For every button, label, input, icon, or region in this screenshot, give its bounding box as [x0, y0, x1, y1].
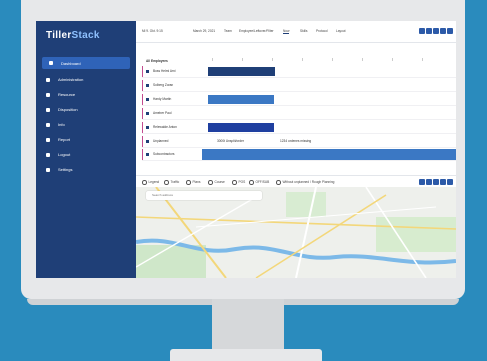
gantt-bar[interactable] [202, 149, 456, 160]
gantt-row[interactable]: Hardy Martin [142, 94, 456, 106]
row-accent [142, 149, 143, 160]
sidebar-item-logout[interactable]: Logout [36, 147, 136, 162]
gantt-row[interactable]: Solberg Zoran [142, 80, 456, 92]
radio-icon [164, 180, 169, 185]
user-icon [146, 83, 149, 87]
sidebar-item-info[interactable]: Info [36, 117, 136, 132]
toolbar-button-5[interactable] [447, 28, 453, 34]
sidebar-item-report[interactable]: Report [36, 132, 136, 147]
tab-layout[interactable]: Layout [336, 29, 346, 33]
row-accent [142, 80, 143, 91]
sidebar-item-administration[interactable]: Administration [36, 72, 136, 87]
row-accent [142, 122, 143, 133]
row-accent [142, 66, 143, 77]
monitor-screen: TillerStack Dashboard Administration Res… [36, 21, 456, 278]
gantt-row[interactable]: Ameber Paul [142, 108, 456, 120]
row-accent [142, 94, 143, 105]
date-time-display: Mi 9. Okt. 9:15 [142, 29, 163, 33]
map-button-1[interactable] [419, 179, 425, 185]
unplanned-info-b: 1234 ordenes missing [280, 139, 312, 143]
gantt-header: All Employees [146, 59, 168, 63]
tab-now[interactable]: Now [283, 29, 290, 34]
timeline-tick [212, 58, 213, 61]
radio-icon [249, 180, 254, 185]
radio-icon [232, 180, 237, 185]
row-accent [142, 108, 143, 119]
gantt-row-unplanned[interactable]: Unplanned 3000t Unsplit/order 1234 orden… [142, 136, 456, 148]
radio-icon [208, 180, 213, 185]
app-logo[interactable]: TillerStack [46, 30, 100, 41]
top-toolbar: Mi 9. Okt. 9:15 March 29, 2021 Team Empl… [136, 21, 456, 43]
radio-icon [186, 180, 191, 185]
tab-protocol[interactable]: Protocol [316, 29, 328, 33]
toolbar-button-4[interactable] [440, 28, 446, 34]
toolbar-button-1[interactable] [419, 28, 425, 34]
map-tab-course[interactable]: Course [208, 180, 225, 185]
timeline-tick [422, 58, 423, 61]
timeline-tick [242, 58, 243, 61]
timeline-tick [272, 58, 273, 61]
truck-icon [146, 152, 149, 156]
tab-skills[interactable]: Skills [300, 29, 307, 33]
timeline-tick [332, 58, 333, 61]
logout-icon [46, 152, 50, 157]
toolbar-filter[interactable]: Employee/Leftover/Filter [239, 29, 274, 33]
sidebar: TillerStack Dashboard Administration Res… [36, 21, 136, 278]
map-tab-plans[interactable]: Plans [186, 180, 200, 185]
toolbar-button-3[interactable] [433, 28, 439, 34]
monitor-neck [212, 299, 284, 351]
people-icon [46, 92, 50, 97]
radio-icon [142, 180, 147, 185]
gantt-row-subcontractors[interactable]: Subcontractors [142, 149, 456, 161]
timeline-tick [362, 58, 363, 61]
sidebar-item-dashboard[interactable]: Dashboard [42, 57, 130, 69]
gear-icon [46, 107, 50, 112]
calendar-icon [146, 139, 149, 143]
toolbar-date[interactable]: March 29, 2021 [193, 29, 215, 33]
map-button-3[interactable] [433, 179, 439, 185]
map-tab-pos[interactable]: POS [232, 180, 245, 185]
toolbar-team[interactable]: Team [224, 29, 232, 33]
map-button-5[interactable] [447, 179, 453, 185]
report-icon [46, 137, 50, 142]
row-accent [142, 136, 143, 147]
user-icon [146, 111, 149, 115]
main-area: Mi 9. Okt. 9:15 March 29, 2021 Team Empl… [136, 21, 456, 278]
grid-icon [49, 61, 53, 65]
user-icon [46, 77, 50, 82]
map-button-2[interactable] [426, 179, 432, 185]
timeline-tick [392, 58, 393, 61]
user-icon [146, 69, 149, 73]
map-tab-rough-planning[interactable]: Without unplanned / Rough Planning [276, 180, 334, 185]
gantt-row[interactable]: Relewalde Anton [142, 122, 456, 134]
map-tab-legend[interactable]: Legend [142, 180, 159, 185]
map-tab-traffic[interactable]: Traffic [164, 180, 179, 185]
toolbar-button-2[interactable] [426, 28, 432, 34]
gantt-board: All Employees Boss Helmi Arni Solberg Zo… [142, 46, 456, 174]
map-button-4[interactable] [440, 179, 446, 185]
gantt-row[interactable]: Boss Helmi Arni [142, 66, 456, 78]
sidebar-item-settings[interactable]: Settings [36, 162, 136, 177]
map-tab-off-sub[interactable]: OFF/SUB [249, 180, 269, 185]
gantt-bar[interactable] [208, 67, 275, 76]
sidebar-item-disposition[interactable]: Disposition [36, 102, 136, 117]
map-search-input[interactable]: Search address [146, 191, 262, 200]
gantt-bar[interactable] [208, 123, 274, 132]
info-icon [46, 122, 50, 127]
sidebar-nav: Dashboard Administration Resource Dispos… [36, 57, 136, 177]
user-icon [146, 97, 149, 101]
radio-icon [276, 180, 281, 185]
monitor-base [170, 349, 322, 361]
timeline-tick [302, 58, 303, 61]
map-canvas [136, 187, 456, 278]
gantt-bar[interactable] [208, 95, 274, 104]
settings-icon [46, 167, 50, 172]
user-icon [146, 125, 149, 129]
unplanned-info-a: 3000t Unsplit/order [217, 139, 244, 143]
sidebar-item-resource[interactable]: Resource [36, 87, 136, 102]
map-view[interactable]: Search address [136, 187, 456, 278]
